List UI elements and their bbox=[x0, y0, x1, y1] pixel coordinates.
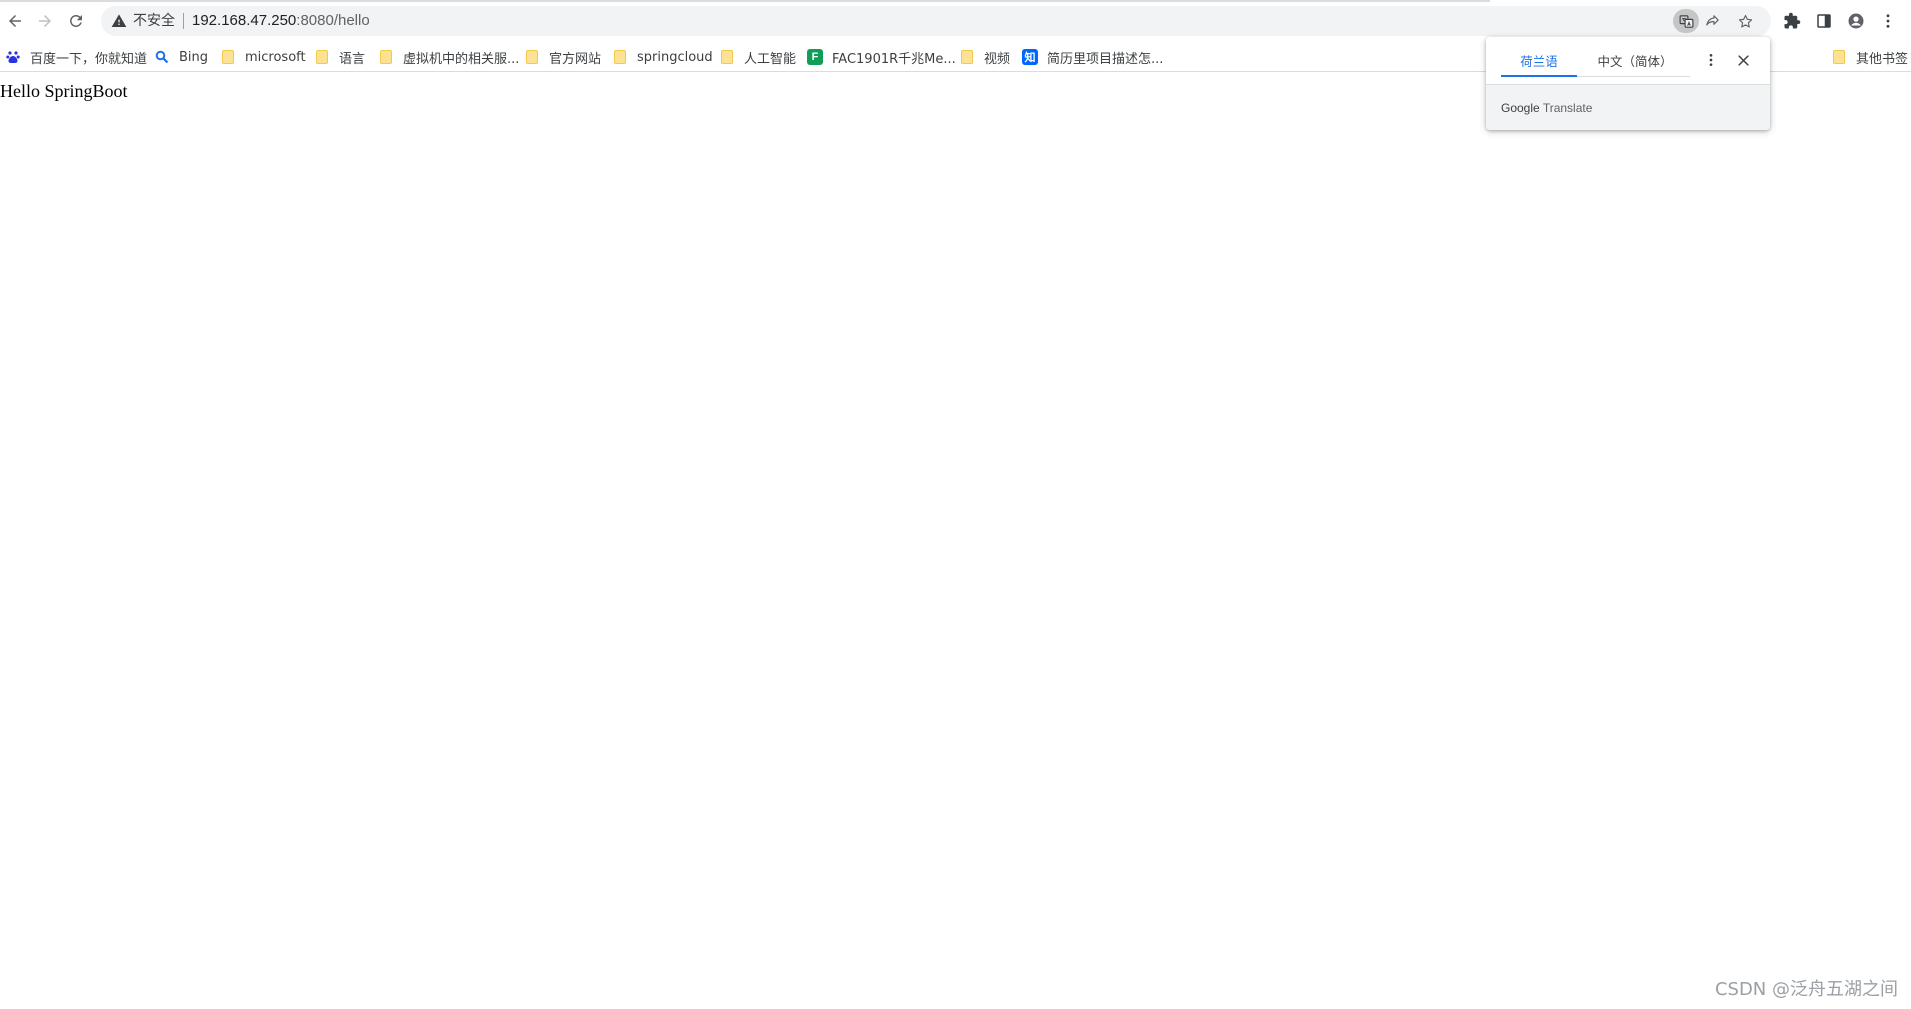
tab-strip-edge bbox=[0, 0, 1490, 2]
tab-target-language[interactable]: 中文（简体） bbox=[1587, 47, 1683, 77]
extensions-button[interactable] bbox=[1779, 8, 1805, 34]
bookmark-folder[interactable]: 人工智能 bbox=[719, 45, 796, 69]
browser-menu-button[interactable] bbox=[1875, 8, 1901, 34]
side-panel-button[interactable] bbox=[1811, 8, 1837, 34]
bookmark-label: FAC1901R千兆Me... bbox=[832, 51, 956, 67]
bookmark-folder[interactable]: springcloud bbox=[612, 45, 713, 69]
tab-source-language[interactable]: 荷兰语 bbox=[1501, 47, 1577, 77]
google-translate-brand: Google Translate bbox=[1501, 101, 1592, 115]
translate-close-button[interactable] bbox=[1732, 49, 1754, 71]
share-icon bbox=[1705, 14, 1719, 26]
browser-window: 不安全 192.168.47.250:8080/hello 百度一下，你就知道 … bbox=[0, 0, 1911, 1009]
brand-translate: Translate bbox=[1542, 101, 1593, 115]
side-panel-icon bbox=[1817, 14, 1831, 28]
favicon-letter: 知 bbox=[1022, 49, 1038, 65]
forward-button[interactable] bbox=[30, 6, 60, 36]
arrow-right-icon bbox=[39, 15, 51, 27]
translate-icon bbox=[1679, 14, 1693, 28]
puzzle-piece-icon bbox=[1784, 12, 1801, 29]
reload-button[interactable] bbox=[61, 6, 91, 36]
bookmark-label: 语言 bbox=[339, 51, 366, 67]
reload-icon bbox=[70, 15, 82, 27]
folder-icon bbox=[524, 49, 540, 65]
security-status-label[interactable]: 不安全 bbox=[133, 13, 175, 29]
bookmark-folder[interactable]: 虚拟机中的相关服... bbox=[378, 45, 519, 69]
kebab-menu-icon bbox=[1886, 14, 1890, 28]
url-text[interactable]: 192.168.47.250:8080/hello bbox=[192, 12, 370, 30]
language-tabs: 荷兰语 中文（简体） bbox=[1501, 47, 1690, 77]
bookmark-star-button[interactable] bbox=[1732, 9, 1758, 33]
translate-popup: 荷兰语 中文（简体） Google Translate bbox=[1486, 37, 1770, 130]
zhihu-favicon: 知 bbox=[1022, 49, 1038, 65]
bookmark-label: 虚拟机中的相关服... bbox=[403, 51, 520, 67]
bookmark-label: springcloud bbox=[637, 49, 713, 65]
bookmark-label: 简历里项目描述怎... bbox=[1047, 51, 1164, 67]
bookmark-label: microsoft bbox=[245, 49, 306, 65]
warning-triangle-icon[interactable] bbox=[111, 13, 127, 29]
folder-icon bbox=[612, 49, 628, 65]
folder-icon bbox=[959, 49, 975, 65]
folder-icon bbox=[1831, 49, 1847, 65]
bookmark-folder[interactable]: microsoft bbox=[220, 45, 306, 69]
address-bar[interactable]: 不安全 192.168.47.250:8080/hello bbox=[101, 6, 1771, 36]
folder-icon bbox=[719, 49, 735, 65]
arrow-left-icon bbox=[9, 15, 21, 27]
avatar-icon bbox=[1848, 13, 1864, 29]
page-body-text: Hello SpringBoot bbox=[0, 81, 128, 101]
green-f-favicon: F bbox=[807, 49, 823, 65]
close-icon bbox=[1737, 54, 1749, 66]
share-button[interactable] bbox=[1699, 9, 1725, 33]
bookmark-item[interactable]: 百度一下，你就知道 bbox=[5, 45, 147, 69]
folder-icon bbox=[378, 49, 394, 65]
translate-footer: Google Translate bbox=[1486, 84, 1770, 130]
csdn-watermark: CSDN @泛舟五湖之间 bbox=[1714, 979, 1898, 1000]
folder-icon bbox=[220, 49, 236, 65]
back-button[interactable] bbox=[0, 6, 30, 36]
star-icon bbox=[1738, 14, 1752, 28]
bookmark-label: Bing bbox=[179, 49, 209, 65]
translate-options-button[interactable] bbox=[1700, 49, 1722, 71]
browser-toolbar: 不安全 192.168.47.250:8080/hello bbox=[0, 0, 1911, 42]
omnibox-separator bbox=[183, 13, 184, 29]
kebab-menu-icon bbox=[1709, 54, 1713, 66]
bookmark-folder[interactable]: 官方网站 bbox=[524, 45, 601, 69]
bookmark-folder[interactable]: 视频 bbox=[959, 45, 1010, 69]
url-path: :8080/hello bbox=[296, 12, 370, 29]
bookmark-label: 官方网站 bbox=[549, 51, 602, 67]
url-host: 192.168.47.250 bbox=[192, 12, 297, 29]
bing-search-icon bbox=[154, 49, 170, 65]
profile-button[interactable] bbox=[1843, 8, 1869, 34]
bookmark-item[interactable]: Bing bbox=[154, 45, 208, 69]
translate-page-button[interactable] bbox=[1673, 9, 1699, 33]
other-bookmarks-folder[interactable]: 其他书签 bbox=[1831, 45, 1908, 69]
bookmark-item[interactable]: 知 简历里项目描述怎... bbox=[1022, 45, 1163, 69]
brand-google: Google bbox=[1501, 101, 1540, 115]
bookmark-label: 其他书签 bbox=[1856, 51, 1909, 67]
bookmark-label: 视频 bbox=[984, 51, 1011, 67]
baidu-paw-icon bbox=[5, 49, 21, 65]
favicon-letter: F bbox=[807, 49, 823, 65]
bookmark-label: 人工智能 bbox=[744, 51, 797, 67]
folder-icon bbox=[314, 49, 330, 65]
bookmark-label: 百度一下，你就知道 bbox=[30, 51, 148, 67]
bookmark-folder[interactable]: 语言 bbox=[314, 45, 365, 69]
bookmark-item[interactable]: F FAC1901R千兆Me... bbox=[807, 45, 956, 69]
